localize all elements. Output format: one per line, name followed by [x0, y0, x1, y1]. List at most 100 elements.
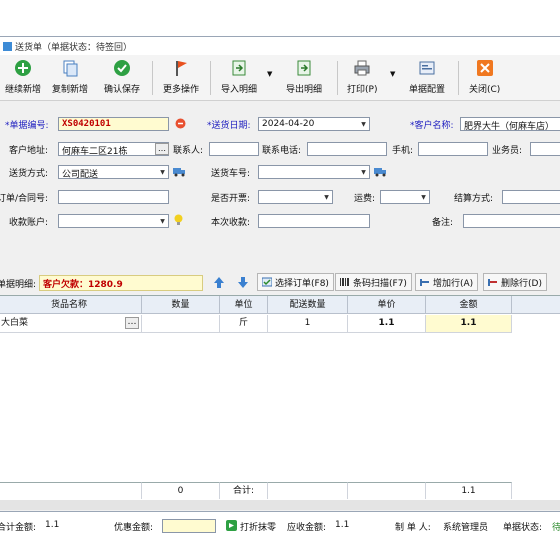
product-picker-button[interactable]: … [125, 317, 139, 329]
column-header-amount[interactable]: 金额 [426, 296, 512, 314]
table-row-product-cell[interactable]: 大白菜 … [0, 315, 142, 333]
chevron-down-icon[interactable]: ▼ [157, 166, 168, 178]
toolbar-separator [337, 61, 338, 95]
chevron-down-icon[interactable]: ▼ [358, 166, 369, 178]
vehicle-select[interactable]: ▼ [258, 165, 370, 179]
doc-no-label: *单据编号: [5, 121, 49, 131]
column-header-ship-qty[interactable]: 配送数量 [268, 296, 348, 314]
maker-label: 制 单 人: [395, 523, 431, 533]
account-select[interactable]: ▼ [58, 214, 169, 228]
close-button[interactable]: 关闭(C) [469, 58, 500, 98]
mobile-field[interactable] [418, 142, 488, 156]
toolbar-separator [152, 61, 153, 95]
import-detail-button[interactable]: 导入明细 [221, 58, 257, 98]
address-picker-button[interactable]: … [155, 143, 169, 155]
import-dropdown-icon[interactable]: ▼ [267, 70, 272, 78]
this-receipt-field[interactable] [258, 214, 370, 228]
confirm-save-button[interactable]: 确认保存 [104, 58, 140, 98]
title-bar: 送货单（单据状态：待签回） [0, 37, 560, 55]
footer-amount-total: 1.1 [426, 482, 512, 499]
total-amount-label: 合计金额: [0, 523, 37, 533]
confirm-save-label: 确认保存 [104, 85, 141, 95]
close-icon [475, 58, 495, 78]
customer-field[interactable]: 肥界大牛（何麻车店） [460, 117, 560, 131]
barcode-scan-button[interactable]: 条码扫描(F7) [335, 273, 412, 291]
footer-total-label: 合计: [220, 482, 268, 499]
continue-new-button[interactable]: 继续新增 [5, 58, 41, 98]
chevron-down-icon[interactable]: ▼ [321, 191, 332, 203]
truck-icon[interactable] [173, 166, 185, 177]
arrow-down-icon[interactable] [237, 276, 249, 289]
export-detail-button[interactable]: 导出明细 [286, 58, 322, 98]
copy-icon [60, 58, 80, 78]
invoice-select[interactable]: ▼ [258, 190, 333, 204]
add-icon [13, 58, 33, 78]
status-value: 待 [552, 523, 560, 533]
vehicle-label: 送货车号: [211, 169, 251, 179]
copy-new-button[interactable]: 复制新增 [52, 58, 88, 98]
settle-field[interactable] [502, 190, 560, 204]
table-row-amount-cell[interactable]: 1.1 [426, 315, 512, 333]
footer-price-total [348, 482, 426, 499]
ship-date-field[interactable]: 2024-04-20 ▼ [258, 117, 370, 131]
arrow-up-icon[interactable] [213, 276, 225, 289]
app-icon [3, 41, 12, 51]
remark-field[interactable] [463, 214, 560, 228]
settle-label: 结算方式: [454, 194, 494, 204]
delete-row-button[interactable]: 删除行(D) [483, 273, 547, 291]
print-label: 打印(P) [347, 85, 378, 95]
print-dropdown-icon[interactable]: ▼ [390, 70, 395, 78]
ship-date-label: *送货日期: [207, 121, 251, 131]
detail-label: 单据明细: [0, 280, 37, 290]
import-detail-label: 导入明细 [221, 85, 258, 95]
table-row-ship-qty-cell[interactable]: 1 [268, 315, 348, 333]
truck-icon[interactable] [374, 166, 386, 177]
lightbulb-icon[interactable] [174, 214, 183, 226]
print-button[interactable]: 打印(P) [347, 58, 377, 98]
column-header-qty[interactable]: 数量 [142, 296, 220, 314]
add-row-button[interactable]: 增加行(A) [415, 273, 479, 291]
doc-config-button[interactable]: 单据配置 [409, 58, 445, 98]
freight-select[interactable]: ▼ [380, 190, 430, 204]
horizontal-scrollbar[interactable] [0, 500, 560, 510]
address-value: 何麻车二区21栋 [62, 147, 128, 156]
toolbar-separator [458, 61, 459, 95]
status-footer: 合计金额: 1.1 优惠金额: 打折抹零 应收金额: 1.1 制 单 人: 系统… [0, 515, 560, 537]
select-order-button[interactable]: 选择订单(F8) [257, 273, 334, 291]
discount-label: 优惠金额: [114, 523, 154, 533]
barcode-icon [340, 278, 349, 286]
order-no-field[interactable] [58, 190, 169, 204]
discount-round-icon[interactable] [226, 520, 237, 531]
export-detail-label: 导出明细 [286, 85, 323, 95]
phone-field[interactable] [307, 142, 387, 156]
select-order-label: 选择订单(F8) [275, 278, 329, 289]
toolbar-separator [210, 61, 211, 95]
order-no-label: 订单/合同号: [0, 194, 49, 204]
column-header-price[interactable]: 单价 [348, 296, 426, 314]
detail-grid: 货品名称 数量 单位 配送数量 单价 金额 大白菜 … 斤 1 1.1 1.1 … [0, 295, 560, 501]
discount-field[interactable] [162, 519, 216, 533]
refresh-icon[interactable] [175, 118, 186, 129]
ship-method-select[interactable]: 公司配送 ▼ [58, 165, 169, 179]
chevron-down-icon[interactable]: ▼ [418, 191, 429, 203]
ship-method-value: 公司配送 [62, 170, 99, 179]
table-row-qty-cell[interactable] [142, 315, 220, 333]
import-icon [229, 58, 249, 78]
chevron-down-icon[interactable]: ▼ [358, 118, 369, 130]
chevron-down-icon[interactable]: ▼ [157, 215, 168, 227]
table-row-unit-cell[interactable]: 斤 [220, 315, 268, 333]
column-header-unit[interactable]: 单位 [220, 296, 268, 314]
status-label: 单据状态: [503, 523, 543, 533]
doc-no-field[interactable]: XS0420101 [58, 117, 169, 131]
ship-date-value: 2024-04-20 [262, 119, 315, 129]
address-field[interactable]: 何麻车二区21栋 [58, 142, 169, 156]
column-header-product[interactable]: 货品名称 [0, 296, 142, 314]
round-off-button[interactable]: 打折抹零 [240, 520, 276, 533]
table-row-price-cell[interactable]: 1.1 [348, 315, 426, 333]
more-ops-button[interactable]: 更多操作 [163, 58, 199, 98]
flag-icon [171, 58, 191, 78]
salesman-field[interactable] [530, 142, 560, 156]
contact-field[interactable] [209, 142, 259, 156]
receivable-label: 应收金额: [287, 523, 327, 533]
invoice-label: 是否开票: [211, 194, 251, 204]
